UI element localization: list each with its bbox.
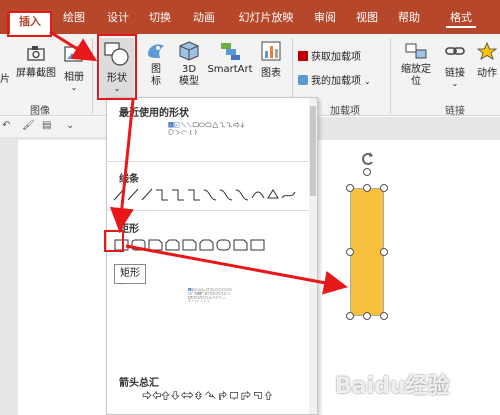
arrow-shapes-to-rectangle xyxy=(109,99,135,232)
arrow-insert-to-shapes xyxy=(49,30,98,62)
annotation-arrows xyxy=(49,30,348,295)
arrow-rectangle-to-slide xyxy=(125,244,348,295)
watermark: Baidu经验 xyxy=(335,374,450,399)
